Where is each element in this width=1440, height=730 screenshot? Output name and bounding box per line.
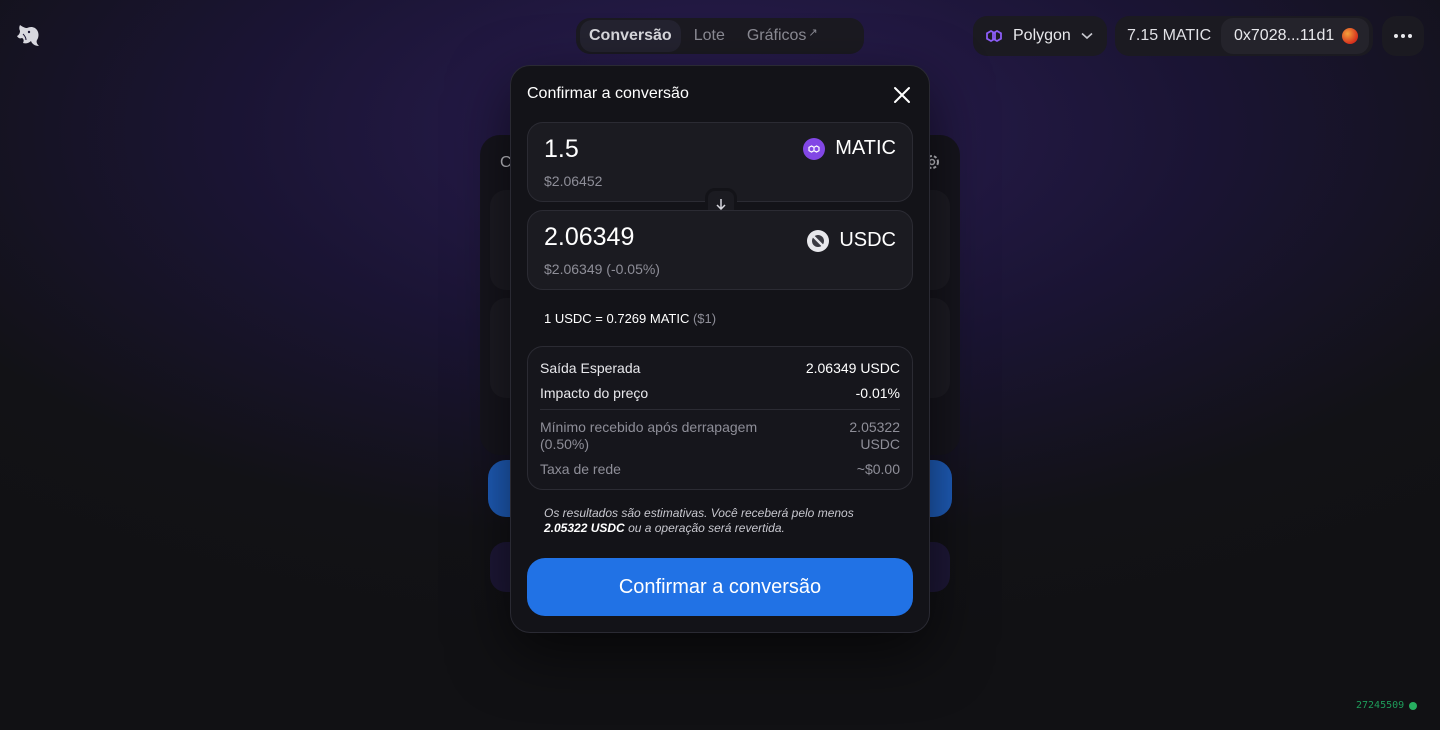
network-fee-value: ~$0.00 [856,461,900,477]
polygon-icon [986,29,1002,43]
network-fee-label: Taxa de rede [540,461,621,477]
tab-conversao[interactable]: Conversão [580,20,681,52]
unicorn-logo-icon[interactable] [14,22,42,48]
minimum-received-row: Mínimo recebido após derrapagem (0.50%) … [540,419,900,453]
account-button[interactable]: 0x7028...11d1 [1221,18,1369,54]
confirm-swap-modal: Confirmar a conversão 1.5 $2.06452 MATIC… [510,65,930,633]
usdc-icon [807,229,830,252]
network-fee-row: Taxa de rede ~$0.00 [540,461,900,477]
expected-output-row: Saída Esperada 2.06349 USDC [540,360,900,376]
arrow-down-icon [716,199,726,210]
external-link-icon: ↗ [808,26,818,39]
tab-label: Gráficos [746,27,807,44]
rate-usd: ($1) [692,311,717,326]
block-number: 27245509 [1356,700,1405,711]
block-number-indicator[interactable]: 27245509 [1356,700,1418,711]
price-impact-value: -0.01% [855,385,900,401]
output-token-panel: 2.06349 $2.06349 (-0.05%) USDC [527,210,913,290]
network-selector[interactable]: Polygon [973,16,1107,56]
wallet-widget: 7.15 MATIC 0x7028...11d1 [1115,16,1373,56]
input-usd-value: $2.06452 [544,173,603,189]
rate-text: 1 USDC = 0.7269 MATIC [544,311,690,326]
tab-label: Conversão [589,27,672,44]
more-button[interactable] [1382,16,1424,56]
tab-lote[interactable]: Lote [685,20,734,52]
modal-title: Confirmar a conversão [527,85,689,102]
tab-label: Lote [693,27,725,44]
status-dot [1409,701,1418,710]
input-token-symbol: MATIC [835,137,896,159]
input-token: MATIC [803,137,896,160]
minimum-received-value: 2.05322 USDC [849,419,900,452]
disclaimer-prefix: Os resultados são estimativas. Você rece… [544,506,854,520]
tab-graficos[interactable]: Gráficos ↗ [738,20,827,52]
disclaimer-amount: 2.05322 USDC [544,521,625,535]
swap-details: Saída Esperada 2.06349 USDC Impacto do p… [527,346,913,490]
exchange-rate[interactable]: 1 USDC = 0.7269 MATIC ($1) [544,311,716,326]
minimum-received-label: Mínimo recebido após derrapagem (0.50%) [540,419,758,452]
network-label: Polygon [1013,27,1071,44]
account-address: 0x7028...11d1 [1234,27,1335,44]
close-icon[interactable] [891,84,913,106]
expected-output-label: Saída Esperada [540,360,641,376]
wallet-balance: 7.15 MATIC [1127,27,1212,44]
price-impact-label: Impacto do preço [540,385,649,401]
output-usd-value: $2.06349 (-0.05%) [544,261,660,277]
disclaimer-suffix: ou a operação será revertida. [628,521,785,535]
confirm-swap-button[interactable]: Confirmar a conversão [527,558,913,616]
output-amount: 2.06349 [544,223,635,251]
more-icon [1394,34,1412,38]
avatar [1342,28,1359,44]
chevron-down-icon [1081,32,1093,40]
input-amount: 1.5 [544,135,579,163]
price-impact-row: Impacto do preço -0.01% [540,385,900,401]
estimate-disclaimer: Os resultados são estimativas. Você rece… [544,506,894,536]
divider [540,409,900,410]
matic-icon [803,137,826,160]
main-nav: Conversão Lote Gráficos ↗ [576,18,864,54]
output-token-symbol: USDC [839,229,896,251]
output-token: USDC [807,229,896,252]
expected-output-value: 2.06349 USDC [805,360,900,376]
